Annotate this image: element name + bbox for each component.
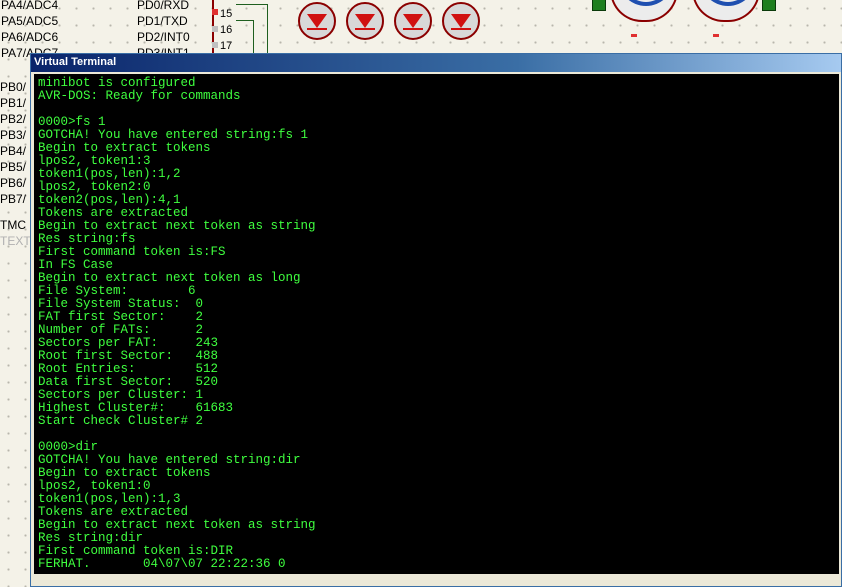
wire bbox=[236, 4, 268, 5]
window-bottom-border bbox=[31, 575, 841, 586]
window-title: Virtual Terminal bbox=[34, 56, 117, 68]
pin-label: PB4/ bbox=[0, 144, 27, 158]
pin-label: PD0/RXD bbox=[137, 0, 190, 12]
motor-icon bbox=[692, 0, 760, 22]
pin-label: PB0/ bbox=[0, 80, 27, 94]
terminal-lines: minibot is configured AVR-DOS: Ready for … bbox=[34, 74, 839, 571]
led-diode-icon bbox=[394, 2, 432, 40]
terminal-line: Begin to extract tokens bbox=[38, 141, 211, 155]
pin-label: PA4/ADC4 bbox=[1, 0, 59, 12]
pin-label: PA6/ADC6 bbox=[1, 30, 59, 44]
pin-marker bbox=[713, 34, 719, 37]
pin-marker bbox=[212, 26, 218, 32]
wire bbox=[236, 20, 254, 21]
terminal-line: Begin to extract next token as string bbox=[38, 518, 316, 532]
pin-label: PD2/INT0 bbox=[137, 30, 190, 44]
pin-label: PB3/ bbox=[0, 128, 27, 142]
pin-label: PD1/TXD bbox=[137, 14, 188, 28]
pin-marker bbox=[212, 42, 218, 48]
led-diode-icon bbox=[442, 2, 480, 40]
pin-marker bbox=[631, 34, 637, 37]
pin-label: PB1/ bbox=[0, 96, 27, 110]
terminal-line: Start check Cluster# 2 bbox=[38, 414, 204, 428]
wire bbox=[267, 4, 268, 54]
pin-label: PB7/ bbox=[0, 192, 27, 206]
terminal-connector-icon bbox=[762, 0, 776, 11]
led-diode-icon bbox=[346, 2, 384, 40]
pin-number: 17 bbox=[220, 40, 233, 52]
pin-label: TEXT bbox=[0, 234, 31, 248]
pin-number: 16 bbox=[220, 24, 233, 36]
terminal-line: token1(pos,len):1,2 bbox=[38, 167, 181, 181]
motor-icon bbox=[610, 0, 678, 22]
window-titlebar[interactable]: Virtual Terminal bbox=[31, 54, 841, 72]
terminal-line: Begin to extract next token as string bbox=[38, 219, 316, 233]
pin-label: PB2/ bbox=[0, 112, 27, 126]
pin-marker bbox=[212, 9, 218, 15]
pin-label: PB5/ bbox=[0, 160, 27, 174]
terminal-line: FERHAT. 04\07\07 22:22:36 0 bbox=[38, 557, 286, 571]
wire bbox=[253, 20, 254, 54]
terminal-output[interactable]: minibot is configured AVR-DOS: Ready for … bbox=[34, 74, 839, 574]
virtual-terminal-window[interactable]: Virtual Terminal minibot is configured AV… bbox=[30, 53, 842, 587]
pin-number: 15 bbox=[220, 8, 233, 20]
pin-label: TMC bbox=[0, 218, 26, 232]
led-diode-icon bbox=[298, 2, 336, 40]
pin-label: PA5/ADC5 bbox=[1, 14, 59, 28]
terminal-line: AVR-DOS: Ready for commands bbox=[38, 89, 241, 103]
terminal-line: Begin to extract tokens bbox=[38, 466, 211, 480]
pin-label: PB6/ bbox=[0, 176, 27, 190]
terminal-connector-icon bbox=[592, 0, 606, 11]
terminal-line: First command token is:FS bbox=[38, 245, 226, 259]
